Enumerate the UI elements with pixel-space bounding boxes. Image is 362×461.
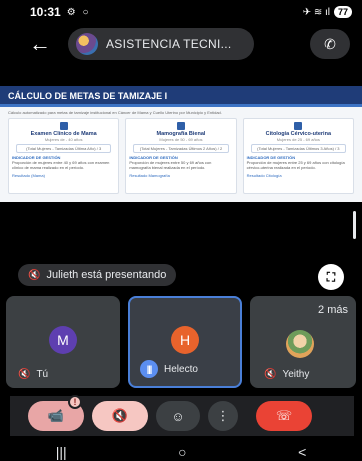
card-result-link: Resultado (Mama): [12, 173, 45, 178]
shared-intro: Cálculo automatizado para metas de tamiz…: [8, 110, 222, 115]
mic-toggle-button[interactable]: 🔇: [92, 401, 148, 431]
meeting-title-pill[interactable]: ASISTENCIA TECNI...: [68, 28, 254, 60]
emoji-icon: ☺: [171, 408, 185, 424]
call-controls: 📹 ! 🔇 ☺ ⋮ ☏: [10, 395, 354, 436]
mic-off-icon: 🔇: [18, 369, 31, 380]
clock: 10:31: [30, 5, 61, 19]
home-icon[interactable]: ○: [178, 444, 186, 460]
scrollbar[interactable]: [353, 211, 356, 239]
card-text: Proporción de mujeres entre 50 y 69 años…: [129, 160, 212, 170]
shared-banner-title: CÁLCULO DE METAS DE TAMIZAJE I: [0, 86, 362, 104]
card-formula: (Total Mujeres - Tamizadas Última Año) /…: [16, 144, 112, 153]
participant-label: 🔇 Yeithy: [264, 369, 309, 380]
card-result-link: Resultado Mamografía: [129, 173, 170, 178]
reactions-button[interactable]: ☺: [156, 401, 200, 431]
participant-name: Yeithy: [282, 369, 310, 380]
participant-name: Tú: [36, 369, 49, 380]
fullscreen-icon[interactable]: ⛶: [318, 264, 344, 290]
group-avatar: [76, 33, 98, 55]
card-formula: (Total Mujeres - Tamizadas Últimos 2 Año…: [133, 144, 229, 153]
card-subtitle: Mujeres de 25 - 69 años: [276, 137, 320, 142]
camera-off-icon: 📹: [47, 408, 65, 423]
card-subtitle: Mujeres de 50 - 69 años: [159, 137, 203, 142]
camera-toggle-button[interactable]: 📹 !: [28, 395, 84, 431]
camera-warning-badge: !: [68, 395, 82, 409]
avatar: [286, 330, 314, 358]
presenting-chip: 🔇 Julieth está presentando: [18, 264, 177, 286]
card-mamografia: Mamografía Bienal Mujeres de 50 - 69 año…: [125, 118, 237, 194]
more-participants-count[interactable]: 2 más: [318, 304, 348, 316]
participant-tile-self[interactable]: M 🔇 Tú: [6, 296, 120, 388]
call-end-icon: ☏: [275, 408, 293, 423]
card-citologia: Citología Cérvico-uterina Mujeres de 25 …: [242, 118, 354, 194]
card-icon: [59, 122, 68, 130]
status-right: ✈ ≋ ıl 77: [303, 6, 352, 18]
end-call-button[interactable]: ☏: [256, 401, 312, 431]
mic-off-icon: 🔇: [264, 369, 277, 380]
presenting-text: Julieth está presentando: [46, 269, 167, 281]
card-formula: (Total Mujeres - Tamizadas Últimos 3 Año…: [250, 144, 346, 153]
notification-icons: ⚙ ○: [66, 6, 91, 18]
participant-tile-other[interactable]: 2 más 🔇 Yeithy: [250, 296, 356, 388]
participant-label: ||| Helecto: [140, 360, 198, 378]
battery-icon: 77: [333, 6, 352, 18]
card-text: Proporción de mujeres entre 25 y 69 años…: [246, 160, 345, 170]
signal-icon: ✈ ≋ ıl: [302, 6, 330, 18]
metric-cards: Examen Clínico de Mama Mujeres de - 40 a…: [0, 118, 362, 194]
shared-screen: CÁLCULO DE METAS DE TAMIZAJE I Cálculo a…: [0, 86, 362, 202]
back-icon[interactable]: <: [298, 444, 306, 460]
arrow-left-icon[interactable]: ←: [20, 31, 60, 57]
card-text: Proporción de mujeres entre 40 y 69 años…: [12, 160, 110, 170]
participant-name: Helecto: [164, 363, 198, 375]
mic-off-icon: 🔇: [28, 269, 41, 281]
avatar: M: [49, 326, 77, 354]
card-icon: [294, 122, 303, 130]
participant-label: 🔇 Tú: [18, 369, 48, 380]
call-header: ← ASISTENCIA TECNI... ✆: [0, 24, 362, 64]
mic-off-icon: 🔇: [111, 408, 129, 423]
recents-icon[interactable]: |||: [56, 444, 67, 460]
more-vert-icon: ⋮: [216, 408, 230, 423]
system-nav-bar: ||| ○ <: [0, 442, 362, 461]
phone-switch-icon[interactable]: ✆: [310, 29, 350, 59]
card-subtitle: Mujeres de - 40 años: [44, 137, 83, 142]
status-bar: 10:31 ⚙ ○ ✈ ≋ ıl 77: [0, 0, 362, 24]
participant-tile-speaker[interactable]: H ||| Helecto: [128, 296, 242, 388]
card-mama: Examen Clínico de Mama Mujeres de - 40 a…: [8, 118, 120, 194]
more-options-button[interactable]: ⋮: [208, 401, 238, 431]
speaking-indicator-icon: |||: [140, 360, 158, 378]
card-result-link: Resultado Citología: [246, 173, 282, 178]
meeting-title: ASISTENCIA TECNI...: [106, 37, 232, 51]
card-icon: [176, 122, 185, 130]
avatar: H: [171, 326, 199, 354]
